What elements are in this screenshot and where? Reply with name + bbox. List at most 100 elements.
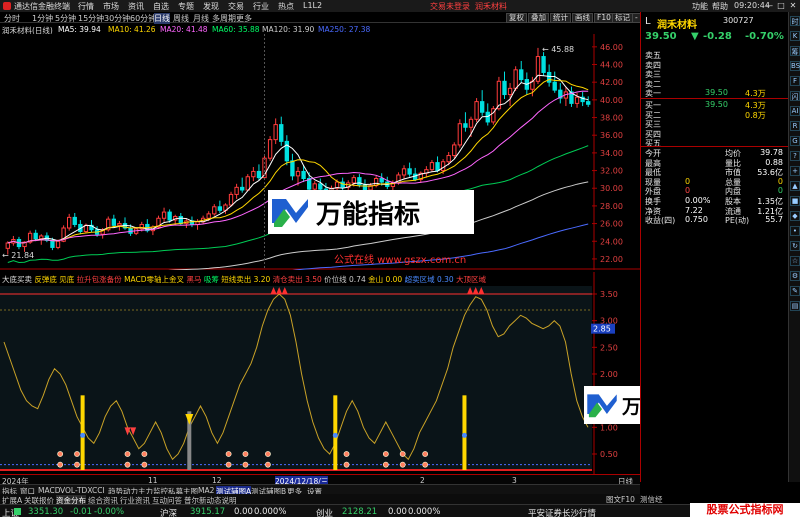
adjust-button[interactable]: 复权 bbox=[506, 13, 527, 23]
y-tick-label: 22.00 bbox=[600, 255, 623, 264]
candle-body bbox=[452, 144, 457, 157]
minimize-button[interactable]: — bbox=[763, 0, 775, 12]
broker-label[interactable]: 平安证券长沙行情 bbox=[528, 507, 596, 517]
candle-body bbox=[212, 206, 217, 215]
period-tab[interactable]: 30分钟 bbox=[104, 13, 130, 24]
period-tab[interactable]: 月线 bbox=[193, 13, 209, 24]
period-tab[interactable]: 分时 bbox=[4, 13, 20, 24]
candle-body bbox=[586, 101, 591, 105]
period-tab[interactable]: 1分钟 bbox=[32, 13, 53, 24]
stat-label: PE(动) bbox=[725, 216, 750, 226]
close-button[interactable]: ✕ bbox=[787, 0, 799, 12]
stats-button[interactable]: 统计 bbox=[550, 13, 571, 23]
side-tool-icon[interactable]: R bbox=[790, 121, 800, 131]
candle-body bbox=[502, 80, 507, 96]
candlestick-chart[interactable]: 46.00 44.00 42.00 40.00 38.00 36.00 34.00 32.00… bbox=[0, 34, 640, 270]
candle-body bbox=[519, 69, 524, 81]
bottom-signal-marker bbox=[343, 461, 350, 468]
side-tool-icon[interactable]: BS bbox=[790, 61, 800, 71]
bottom-signal-marker bbox=[399, 461, 406, 468]
side-tool-icon[interactable]: ■ bbox=[790, 196, 800, 206]
signal-dot bbox=[332, 432, 338, 438]
bottom-signal-marker bbox=[399, 451, 406, 457]
side-tool-icon[interactable]: ▲ bbox=[790, 181, 800, 191]
period-tab[interactable]: 5分钟 bbox=[55, 13, 76, 24]
trade-login-link[interactable]: 交易未登录 bbox=[430, 1, 470, 12]
candle-body bbox=[290, 160, 295, 177]
high-price-label: ← 45.88 bbox=[542, 45, 574, 54]
bid-row: 买三 bbox=[641, 119, 789, 129]
menu-item[interactable]: 市场 bbox=[103, 1, 119, 12]
menu-function[interactable]: 功能 bbox=[692, 1, 708, 12]
menu-item[interactable]: 专题 bbox=[178, 1, 194, 12]
y-tick-label: 28.00 bbox=[600, 202, 623, 211]
draw-button[interactable]: 画线 bbox=[572, 13, 593, 23]
stat-row: 现量 0 总量 0 bbox=[641, 176, 789, 187]
bid-price: 39.50 bbox=[705, 100, 728, 109]
stat-value: 0 bbox=[685, 176, 691, 186]
side-tool-icon[interactable]: + bbox=[790, 166, 800, 176]
candle-body bbox=[39, 235, 44, 240]
period-more[interactable]: 更多 bbox=[236, 13, 252, 24]
menu-item[interactable]: 交易 bbox=[228, 1, 244, 12]
side-tool-icon[interactable]: ☆ bbox=[790, 256, 800, 266]
ask-row: 卖三 bbox=[641, 69, 789, 79]
menu-item[interactable]: 自选 bbox=[153, 1, 169, 12]
menu-help[interactable]: 帮助 bbox=[712, 1, 728, 12]
side-tool-icon[interactable]: ▤ bbox=[790, 301, 800, 311]
side-tool-icon[interactable]: • bbox=[790, 226, 800, 236]
stock-name-link[interactable]: 润禾材料 bbox=[475, 1, 507, 12]
stat-row: 最低 市值 53.6亿 bbox=[641, 167, 789, 177]
indicator-legend-item: 黑马 bbox=[186, 275, 203, 284]
menu-item[interactable]: 发现 bbox=[203, 1, 219, 12]
mark-button[interactable]: 标记 bbox=[612, 13, 633, 23]
bottom-signal-marker bbox=[242, 451, 249, 457]
index-field: 沪深 bbox=[160, 509, 178, 517]
period-tab[interactable]: 60分钟 bbox=[130, 13, 156, 24]
stat-value: 39.78 bbox=[760, 148, 783, 157]
side-tool-icon[interactable]: ? bbox=[790, 151, 800, 161]
maximize-button[interactable]: □ bbox=[775, 0, 787, 12]
stat-value: 0 bbox=[777, 176, 783, 186]
stat-row: 外盘 0 内盘 0 bbox=[641, 186, 789, 196]
menu-item[interactable]: L1L2 bbox=[303, 1, 322, 10]
index-field: 创业 bbox=[316, 509, 334, 517]
indicator-chart[interactable]: 大底买卖 反弹底 见底 拉升包涨备份 MACD零轴上金叉 黑马 吸筹 短线卖出 … bbox=[0, 272, 640, 474]
period-tab[interactable]: 周线 bbox=[173, 13, 189, 24]
candle-body bbox=[301, 170, 306, 180]
menu-item[interactable]: 行情 bbox=[78, 1, 94, 12]
side-tool-icon[interactable]: K bbox=[790, 31, 800, 41]
f10-button[interactable]: F10 bbox=[594, 13, 614, 23]
signal-dot bbox=[461, 432, 467, 438]
bottom-signal-marker bbox=[74, 461, 80, 468]
side-tool-icon[interactable]: F bbox=[790, 76, 800, 86]
y-tick-label: 24.00 bbox=[600, 237, 623, 246]
side-tool-icon[interactable]: ✎ bbox=[790, 286, 800, 296]
period-tab[interactable]: 多周期 bbox=[212, 13, 236, 24]
menu-item[interactable]: 热点 bbox=[278, 1, 294, 12]
period-tab-selected[interactable]: 日线 bbox=[154, 13, 170, 24]
side-tool-icon[interactable]: 时 bbox=[790, 16, 800, 26]
menu-item[interactable]: 资讯 bbox=[128, 1, 144, 12]
watermark-logo-icon bbox=[587, 394, 617, 418]
index-field: 3351.30 bbox=[28, 507, 64, 517]
bottom-signal-marker bbox=[141, 461, 148, 468]
side-tool-icon[interactable]: ↻ bbox=[790, 241, 800, 251]
overlay-button[interactable]: 叠加 bbox=[528, 13, 549, 23]
side-tool-icon[interactable]: ◆ bbox=[790, 211, 800, 221]
indicator-legend-item: 大顶区域 bbox=[456, 274, 486, 284]
menu-item[interactable]: 行业 bbox=[253, 1, 269, 12]
side-tool-icon[interactable]: 闪 bbox=[790, 91, 800, 101]
stat-value: 55.7 bbox=[765, 215, 783, 225]
stat-label: 收益(四) bbox=[645, 216, 676, 226]
candle-body bbox=[379, 178, 384, 183]
candle-body bbox=[429, 162, 435, 171]
side-tool-icon[interactable]: AI bbox=[790, 106, 800, 116]
side-tool-icon[interactable]: 筹 bbox=[790, 46, 800, 56]
side-tool-icon[interactable]: ⚙ bbox=[790, 271, 800, 281]
period-tab[interactable]: 15分钟 bbox=[78, 13, 104, 24]
bid-row: 买二 0.8万 bbox=[641, 110, 789, 120]
stat-row: 今开 均价 39.78 bbox=[641, 148, 789, 158]
quote-panel: L 润禾材料 300727 39.50 ▼ -0.28 -0.70% 卖五 卖四卖… bbox=[640, 12, 789, 482]
side-tool-icon[interactable]: G bbox=[790, 136, 800, 146]
